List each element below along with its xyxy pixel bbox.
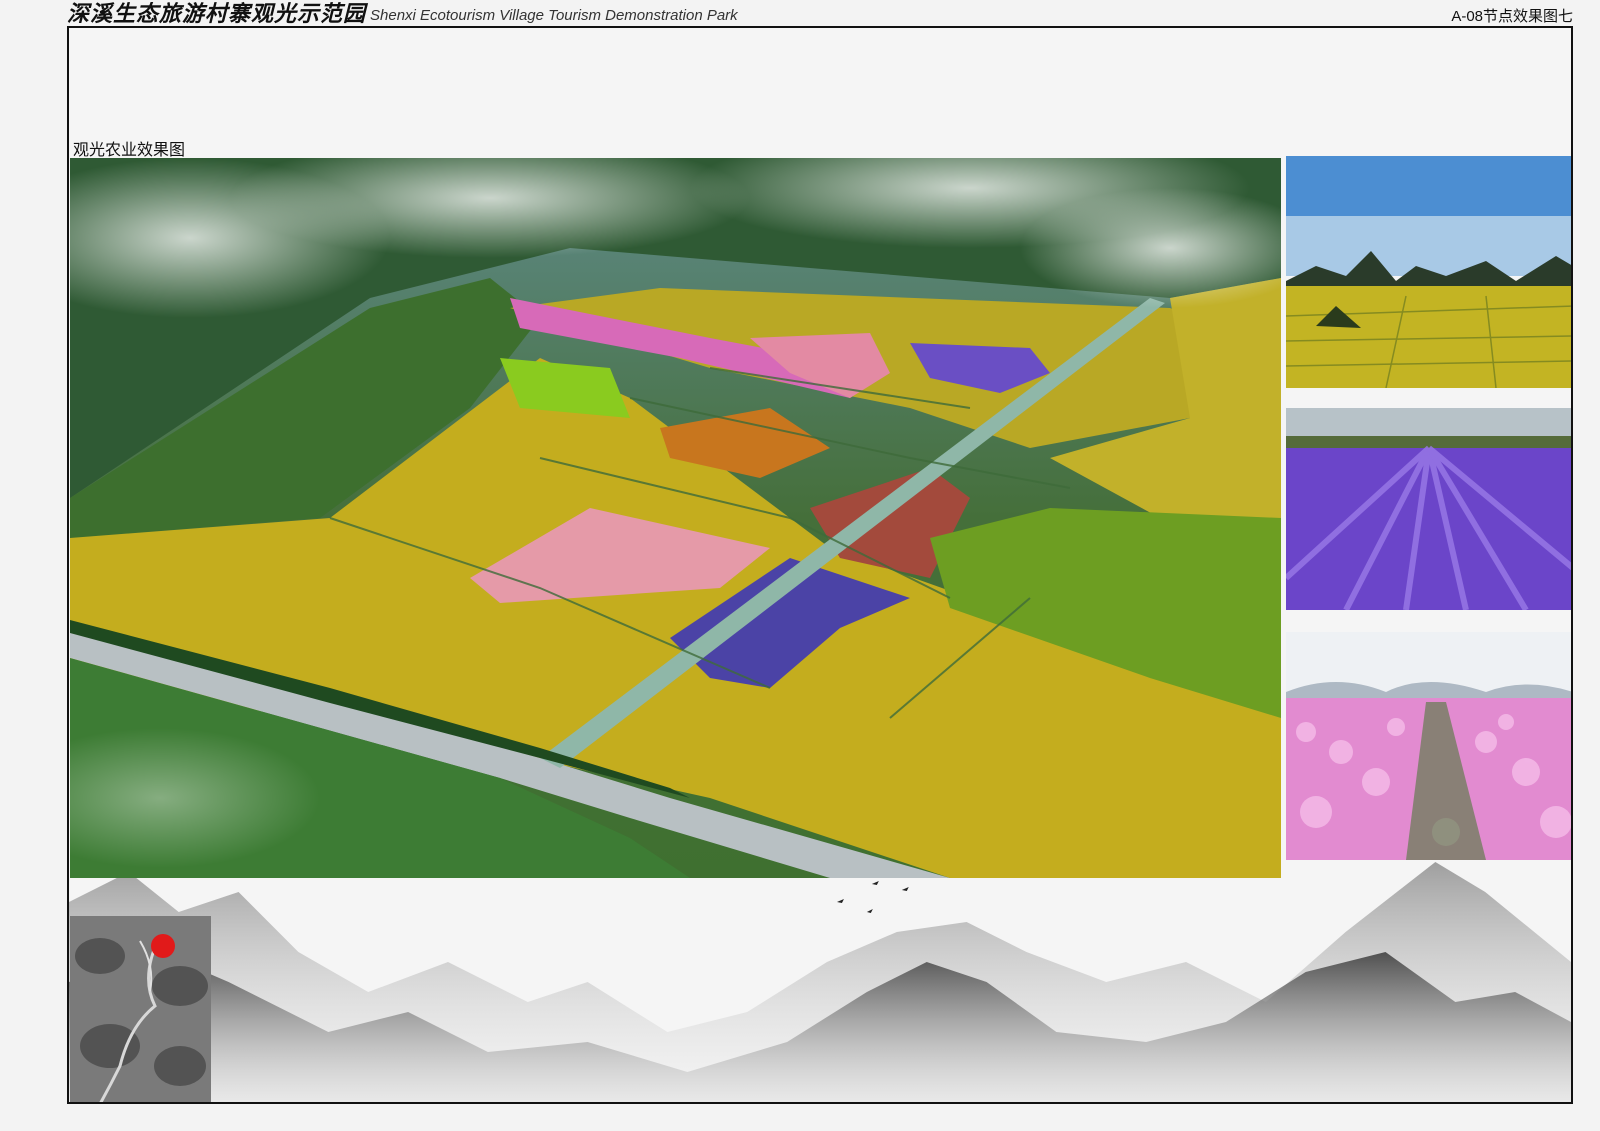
aerial-farmland-rendering [70, 158, 1281, 878]
project-title-chinese: 深溪生态旅游村寨观光示范园 [67, 1, 367, 27]
ink-mountain-backdrop [69, 857, 1571, 1102]
site-marker-icon [151, 934, 175, 958]
site-location-map [70, 916, 211, 1102]
sheet-number: A-08节点效果图七 [1451, 8, 1573, 25]
reference-photo-chrysanthemum-field [1286, 632, 1571, 860]
section-title: 观光农业效果图 [73, 142, 186, 159]
drawing-frame: 观光农业效果图 [67, 26, 1573, 1104]
project-title-english: Shenxi Ecotourism Village Tourism Demons… [370, 7, 738, 24]
page-header: 深溪生态旅游村寨观光示范园 Shenxi Ecotourism Village … [67, 0, 738, 26]
reference-photo-canola-hills [1286, 156, 1571, 388]
reference-photo-lavender-field [1286, 408, 1571, 610]
